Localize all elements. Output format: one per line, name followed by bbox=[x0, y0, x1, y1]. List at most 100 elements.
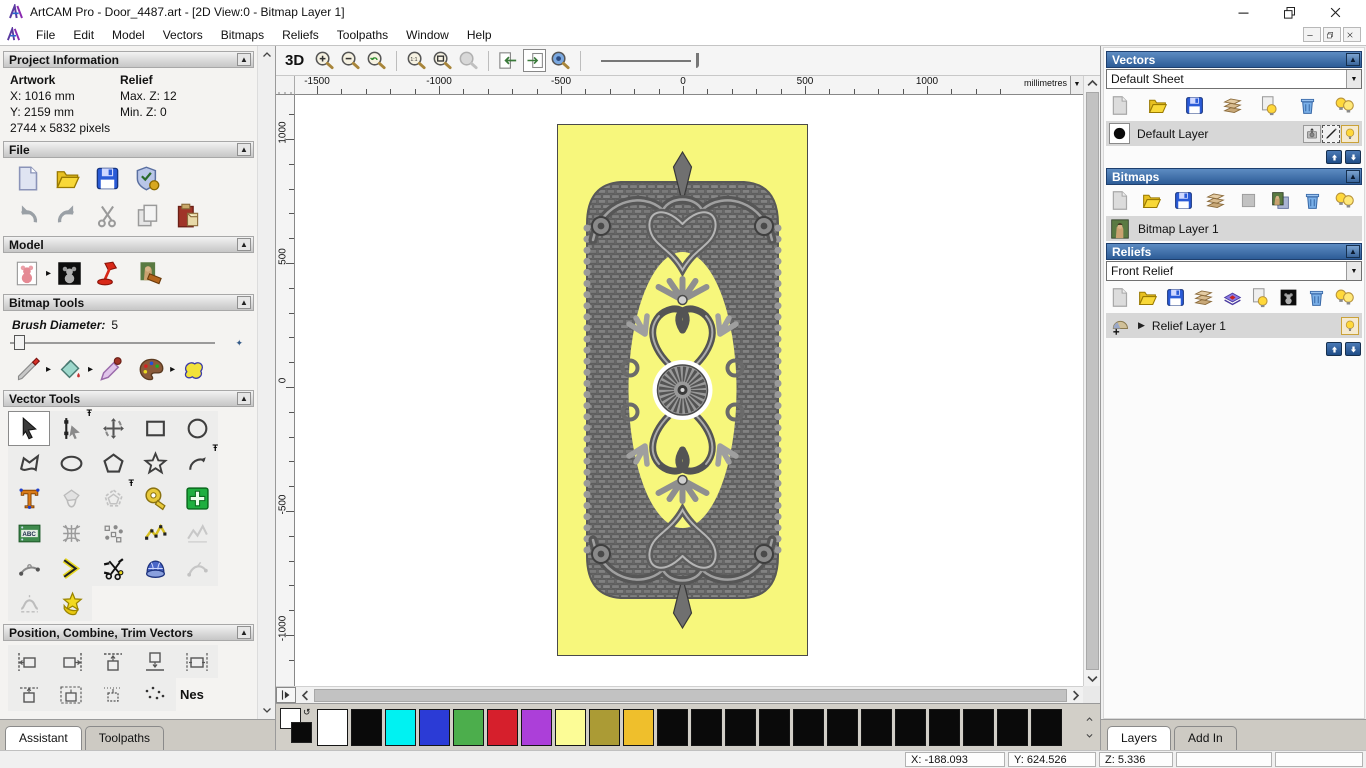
layer-colour-button[interactable] bbox=[1109, 123, 1130, 144]
colour-swatch-18[interactable] bbox=[929, 708, 960, 746]
palette-icon[interactable] bbox=[138, 356, 165, 383]
minimize-button[interactable] bbox=[1220, 1, 1266, 23]
green-cross-tool[interactable] bbox=[176, 481, 218, 516]
measure-tape-tool[interactable] bbox=[134, 481, 176, 516]
model-section-header[interactable]: Model ▲ bbox=[3, 236, 254, 253]
zoom-out-icon[interactable] bbox=[339, 49, 362, 72]
tab-add-in[interactable]: Add In bbox=[1174, 726, 1237, 750]
scroll-up-icon[interactable] bbox=[1085, 76, 1100, 91]
scroll-left-icon[interactable] bbox=[298, 688, 313, 703]
magic-texture-icon[interactable] bbox=[180, 356, 207, 383]
redo-icon[interactable] bbox=[54, 202, 81, 229]
merge-layers-icon[interactable] bbox=[1222, 95, 1243, 116]
colour-swatch-17[interactable] bbox=[895, 708, 926, 746]
align-top-sq-tool[interactable] bbox=[8, 678, 50, 711]
colour-swatch-14[interactable] bbox=[793, 708, 824, 746]
zoom-obj-icon[interactable] bbox=[431, 49, 454, 72]
scroll-right-icon[interactable] bbox=[1068, 688, 1083, 703]
collapse-button[interactable]: ▲ bbox=[237, 53, 251, 66]
zoom-slider-knob[interactable] bbox=[696, 52, 700, 68]
teddy-black-icon[interactable] bbox=[1278, 287, 1299, 308]
merge-layers-icon[interactable] bbox=[1205, 190, 1226, 211]
text-tool-tool[interactable] bbox=[8, 481, 50, 516]
secondary-colour-swatch[interactable] bbox=[291, 722, 312, 743]
menu-toolpaths[interactable]: Toolpaths bbox=[328, 26, 397, 44]
scroll-down-icon[interactable] bbox=[1085, 671, 1100, 686]
fit-polyline-tool[interactable] bbox=[134, 516, 176, 551]
colour-swatch-13[interactable] bbox=[759, 708, 790, 746]
vectors-header[interactable]: Vectors ▲ bbox=[1106, 51, 1362, 68]
align-bottom-tool[interactable] bbox=[134, 645, 176, 678]
align-top-tool[interactable] bbox=[92, 645, 134, 678]
join-vectors-tool[interactable] bbox=[50, 551, 92, 586]
layer-visibility-button[interactable] bbox=[1341, 124, 1359, 143]
menu-bitmaps[interactable]: Bitmaps bbox=[212, 26, 273, 44]
collapse-button[interactable]: ▲ bbox=[237, 143, 251, 156]
move-layer-up-button[interactable] bbox=[1326, 150, 1342, 164]
collapse-button[interactable]: ▲ bbox=[237, 296, 251, 309]
scroll-down-icon[interactable] bbox=[261, 704, 273, 716]
ruler-unit-dropdown[interactable]: ▼ bbox=[1070, 76, 1083, 94]
undo-icon[interactable] bbox=[14, 202, 41, 229]
flyout-icon[interactable]: ▸ bbox=[46, 268, 51, 279]
bitmap-tools-header[interactable]: Bitmap Tools ▲ bbox=[3, 294, 254, 311]
palette-scroll[interactable] bbox=[1081, 715, 1097, 740]
door-artwork[interactable] bbox=[557, 124, 808, 656]
scrollbar-thumb[interactable] bbox=[314, 688, 1067, 702]
align-center-h-tool[interactable] bbox=[176, 645, 218, 678]
copy-icon[interactable] bbox=[134, 202, 161, 229]
open-folder-icon[interactable] bbox=[1147, 95, 1168, 116]
texture-relief-icon[interactable] bbox=[136, 260, 163, 287]
distort-grid-tool[interactable] bbox=[50, 516, 92, 551]
scroll-up-icon[interactable] bbox=[261, 49, 273, 61]
menu-reliefs[interactable]: Reliefs bbox=[273, 26, 328, 44]
open-folder-icon[interactable] bbox=[1137, 287, 1158, 308]
move-layer-down-button[interactable] bbox=[1345, 342, 1361, 356]
chevron-down-icon[interactable]: ▼ bbox=[1346, 262, 1361, 280]
floppy-save-icon[interactable] bbox=[1173, 190, 1194, 211]
wrap-star-tool[interactable] bbox=[50, 586, 92, 621]
canvas-vertical-scrollbar[interactable] bbox=[1083, 76, 1100, 686]
gray-mountains-tool[interactable] bbox=[176, 516, 218, 551]
nesting-dots-tool[interactable] bbox=[92, 516, 134, 551]
move-layer-up-button[interactable] bbox=[1326, 342, 1342, 356]
canvas-horizontal-scrollbar[interactable] bbox=[276, 686, 1083, 703]
mdi-restore-button[interactable] bbox=[1323, 27, 1341, 42]
colour-swatch-15[interactable] bbox=[827, 708, 858, 746]
bulb-page-icon[interactable] bbox=[1259, 95, 1280, 116]
restore-button[interactable] bbox=[1266, 1, 1312, 23]
layer-edit-button[interactable] bbox=[1322, 124, 1340, 143]
zoom-11-icon[interactable]: 1:1 bbox=[405, 49, 428, 72]
colour-swatch-9[interactable] bbox=[623, 708, 654, 746]
greyscale-model-icon[interactable] bbox=[14, 260, 41, 287]
zoom-slider[interactable] bbox=[601, 50, 701, 72]
collapse-button[interactable]: ▲ bbox=[237, 392, 251, 405]
colour-picker-icon[interactable] bbox=[98, 356, 125, 383]
bitmap-layer-row[interactable]: Bitmap Layer 1 bbox=[1106, 216, 1362, 241]
vector-sheet-select[interactable]: Default Sheet ▼ bbox=[1106, 69, 1362, 89]
inverse-model-icon[interactable] bbox=[56, 260, 83, 287]
nesting-tool[interactable]: Nes bbox=[180, 687, 204, 702]
zoom-last-icon[interactable] bbox=[365, 49, 388, 72]
flood-fill-icon[interactable] bbox=[56, 356, 83, 383]
offset-gray-tool[interactable]: Ŧ bbox=[92, 478, 134, 516]
cut-icon[interactable] bbox=[94, 202, 121, 229]
align-left-tool[interactable] bbox=[8, 645, 50, 678]
colour-swatch-2[interactable] bbox=[385, 708, 416, 746]
floppy-save-icon[interactable] bbox=[1184, 95, 1205, 116]
arc-tool-tool[interactable]: Ŧ bbox=[176, 443, 218, 481]
colour-swatch-1[interactable] bbox=[351, 708, 382, 746]
scrollbar-thumb[interactable] bbox=[1085, 92, 1099, 670]
paint-brush-icon[interactable] bbox=[14, 356, 41, 383]
preview-eye-icon[interactable] bbox=[549, 49, 572, 72]
close-button[interactable] bbox=[1312, 1, 1358, 23]
colour-swatch-6[interactable] bbox=[521, 708, 552, 746]
open-folder-icon[interactable] bbox=[54, 165, 81, 192]
pan-right-icon[interactable] bbox=[523, 49, 547, 72]
model-options-icon[interactable] bbox=[134, 165, 161, 192]
colour-swatch-8[interactable] bbox=[589, 708, 620, 746]
layers-stack-icon[interactable] bbox=[1222, 287, 1243, 308]
flyout-icon[interactable]: ▸ bbox=[46, 364, 51, 375]
circle-tool-tool[interactable] bbox=[176, 411, 218, 446]
menu-file[interactable]: File bbox=[27, 26, 64, 44]
